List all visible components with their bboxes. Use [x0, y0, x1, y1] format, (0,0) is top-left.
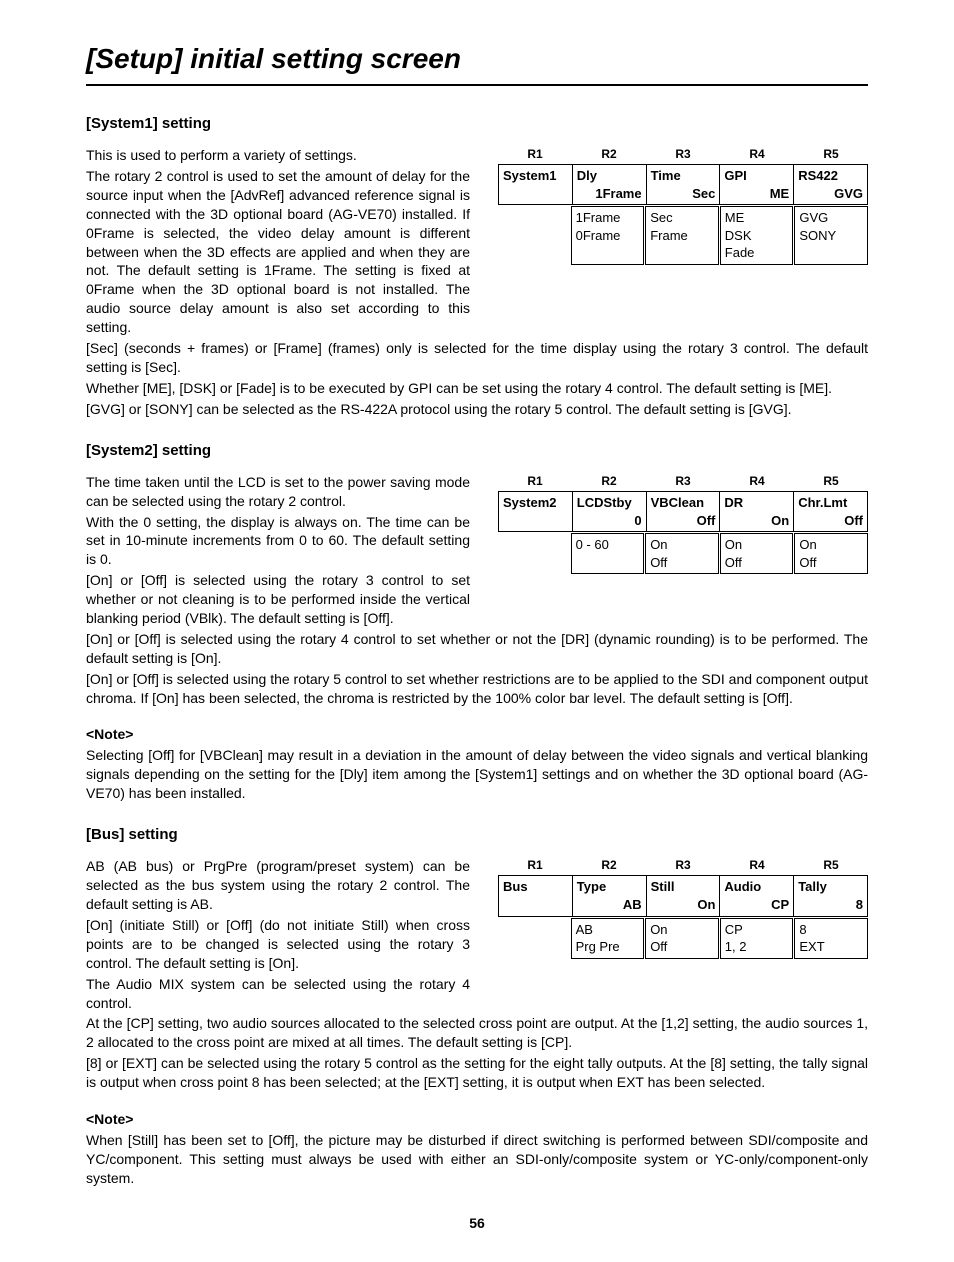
s2-p5: [On] or [Off] is selected using the rota… [86, 670, 868, 708]
s3-menu-c2: TypeAB [573, 876, 647, 915]
s3-menu-c4: AudioCP [720, 876, 794, 915]
page-title: [Setup] initial setting screen [86, 40, 868, 86]
s2-p1: The time taken until the LCD is set to t… [86, 473, 470, 511]
s2-note-head: <Note> [86, 725, 868, 744]
s3-p1: AB (AB bus) or PrgPre (program/preset sy… [86, 857, 470, 914]
s2-opt-row: 0 - 60 OnOff OnOff OnOff [498, 533, 868, 574]
s1-opt-c4: MEDSKFade [720, 206, 794, 265]
s1-menu-c3: TimeSec [647, 165, 721, 204]
s2-menu-c3: VBCleanOff [647, 492, 721, 531]
s1-rotary-headers: R1 R2 R3 R4 R5 [498, 146, 868, 162]
s1-p3: [Sec] (seconds + frames) or [Frame] (fra… [86, 339, 868, 377]
s2-menu-table: System2 LCDStby0 VBCleanOff DROn Chr.Lmt… [498, 491, 868, 532]
s1-menu-c2: Dly1Frame [573, 165, 647, 204]
rot-r5: R5 [794, 146, 868, 162]
s2-opt-c2: 0 - 60 [571, 533, 645, 574]
rot-r4: R4 [720, 146, 794, 162]
s2-p4: [On] or [Off] is selected using the rota… [86, 630, 868, 668]
s3-menu-table: Bus TypeAB StillOn AudioCP Tally8 [498, 875, 868, 916]
s3-p3: The Audio MIX system can be selected usi… [86, 975, 470, 1013]
s1-menu-c5: RS422GVG [794, 165, 867, 204]
rot-r1: R1 [498, 146, 572, 162]
s3-rotary-headers: R1R2R3R4R5 [498, 857, 868, 873]
s2-note: Selecting [Off] for [VBClean] may result… [86, 746, 868, 803]
s3-menu-c5: Tally8 [794, 876, 867, 915]
s1-menu-c1: System1 [499, 165, 573, 204]
s3-note: When [Still] has been set to [Off], the … [86, 1131, 868, 1188]
page-number: 56 [86, 1214, 868, 1233]
s2-p3: [On] or [Off] is selected using the rota… [86, 571, 470, 628]
system2-heading: [System2] setting [86, 441, 868, 461]
s3-menu-c1: Bus [499, 876, 573, 915]
s3-opt-c4: CP1, 2 [720, 918, 794, 959]
s1-menu-c4: GPIME [720, 165, 794, 204]
s3-opt-c2: ABPrg Pre [571, 918, 645, 959]
s3-menu-c3: StillOn [647, 876, 721, 915]
s1-opt-c3: SecFrame [645, 206, 719, 265]
s3-p4: At the [CP] setting, two audio sources a… [86, 1014, 868, 1052]
rot-r3: R3 [646, 146, 720, 162]
s3-opt-c5: 8EXT [794, 918, 868, 959]
s3-note-head: <Note> [86, 1110, 868, 1129]
s1-opt-c1 [498, 206, 570, 265]
s2-opt-c4: OnOff [720, 533, 794, 574]
s3-p2: [On] (initiate Still) or [Off] (do not i… [86, 916, 470, 973]
system1-heading: [System1] setting [86, 114, 868, 134]
s2-menu-c5: Chr.LmtOff [794, 492, 867, 531]
rot-r2: R2 [572, 146, 646, 162]
bus-heading: [Bus] setting [86, 825, 868, 845]
s1-opt-c2: 1Frame0Frame [571, 206, 645, 265]
s1-p2: The rotary 2 control is used to set the … [86, 167, 470, 337]
s2-p2: With the 0 setting, the display is alway… [86, 513, 470, 570]
s3-opt-c3: OnOff [645, 918, 719, 959]
s1-p5: [GVG] or [SONY] can be selected as the R… [86, 400, 868, 419]
s2-menu-c4: DROn [720, 492, 794, 531]
s1-p4: Whether [ME], [DSK] or [Fade] is to be e… [86, 379, 868, 398]
s3-p5: [8] or [EXT] can be selected using the r… [86, 1054, 868, 1092]
s2-opt-c3: OnOff [645, 533, 719, 574]
s2-menu-c2: LCDStby0 [573, 492, 647, 531]
s3-opt-row: ABPrg Pre OnOff CP1, 2 8EXT [498, 918, 868, 959]
s2-rotary-headers: R1R2R3R4R5 [498, 473, 868, 489]
s1-opt-row: 1Frame0Frame SecFrame MEDSKFade GVGSONY [498, 206, 868, 265]
s1-p1: This is used to perform a variety of set… [86, 146, 470, 165]
s2-menu-c1: System2 [499, 492, 573, 531]
s2-opt-c5: OnOff [794, 533, 868, 574]
s1-menu-table: System1 Dly1Frame TimeSec GPIME RS422GVG [498, 164, 868, 205]
s1-opt-c5: GVGSONY [794, 206, 868, 265]
